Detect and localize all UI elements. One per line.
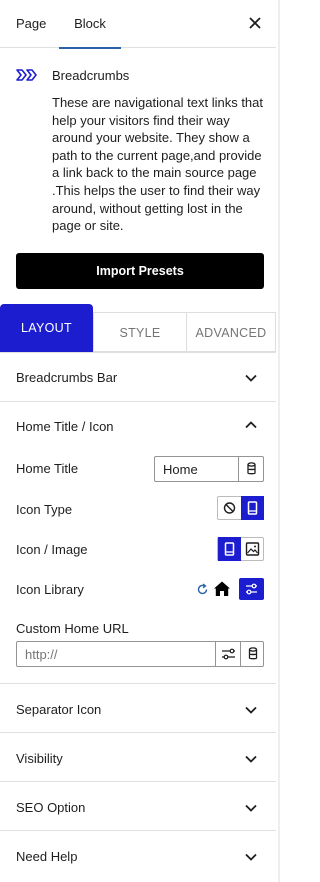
panel-seo-option[interactable]: SEO Option	[0, 781, 276, 830]
icon-option[interactable]	[218, 537, 241, 561]
scrollbar[interactable]	[278, 0, 280, 882]
home-title-input[interactable]	[155, 457, 239, 481]
import-presets-button[interactable]: Import Presets	[16, 253, 264, 289]
tab-block[interactable]: Block	[59, 0, 121, 49]
settings-tabs: LAYOUT STYLE ADVANCED	[0, 304, 276, 352]
icon-type-toggle	[217, 496, 264, 520]
no-icon-option[interactable]	[218, 496, 241, 520]
icon-image-toggle	[217, 537, 264, 561]
home-title-field	[154, 456, 264, 482]
icon-library-label: Icon Library	[16, 582, 84, 597]
custom-url-input[interactable]	[17, 642, 213, 666]
home-title-label: Home Title	[16, 461, 79, 476]
chevron-down-icon	[244, 801, 258, 815]
panel-title: Need Help	[16, 849, 78, 864]
close-icon[interactable]	[246, 14, 264, 32]
tab-layout[interactable]: LAYOUT	[0, 304, 93, 352]
custom-url-field	[16, 641, 264, 667]
icon-type-label: Icon Type	[16, 502, 73, 517]
tab-style[interactable]: STYLE	[93, 312, 186, 352]
block-title: Breadcrumbs	[52, 68, 130, 83]
chevron-down-icon	[244, 752, 258, 766]
home-icon[interactable]	[213, 580, 231, 597]
panel-visibility[interactable]: Visibility	[0, 732, 276, 781]
panel-title: Visibility	[16, 751, 63, 766]
sidebar-tabs: Page Block	[0, 0, 276, 49]
tab-page[interactable]: Page	[16, 0, 46, 48]
reset-icon[interactable]	[196, 583, 209, 596]
panel-title: SEO Option	[16, 800, 86, 815]
panel-title: Breadcrumbs Bar	[16, 370, 118, 385]
icon-image-label: Icon / Image	[16, 542, 88, 557]
panel-breadcrumbs-bar[interactable]: Breadcrumbs Bar	[0, 352, 276, 401]
panel-separator-icon[interactable]: Separator Icon	[0, 683, 276, 732]
chevron-up-icon[interactable]	[244, 418, 258, 432]
chevron-down-icon	[244, 850, 258, 864]
block-description: These are navigational text links that h…	[52, 95, 264, 234]
chevron-down-icon	[244, 703, 258, 717]
panel-title[interactable]: Home Title / Icon	[16, 419, 114, 434]
image-icon[interactable]	[241, 537, 264, 561]
chevron-down-icon	[244, 371, 258, 385]
custom-url-label: Custom Home URL	[16, 621, 129, 636]
link-settings-icon[interactable]	[215, 642, 240, 666]
icon-library-settings-button[interactable]	[239, 578, 264, 600]
database-icon[interactable]	[240, 642, 264, 666]
panel-need-help[interactable]: Need Help	[0, 830, 276, 882]
database-icon[interactable]	[238, 457, 263, 481]
panel-title: Separator Icon	[16, 702, 102, 717]
icon-option[interactable]	[241, 496, 264, 520]
tab-advanced[interactable]: ADVANCED	[186, 312, 276, 352]
breadcrumbs-icon	[16, 68, 38, 82]
